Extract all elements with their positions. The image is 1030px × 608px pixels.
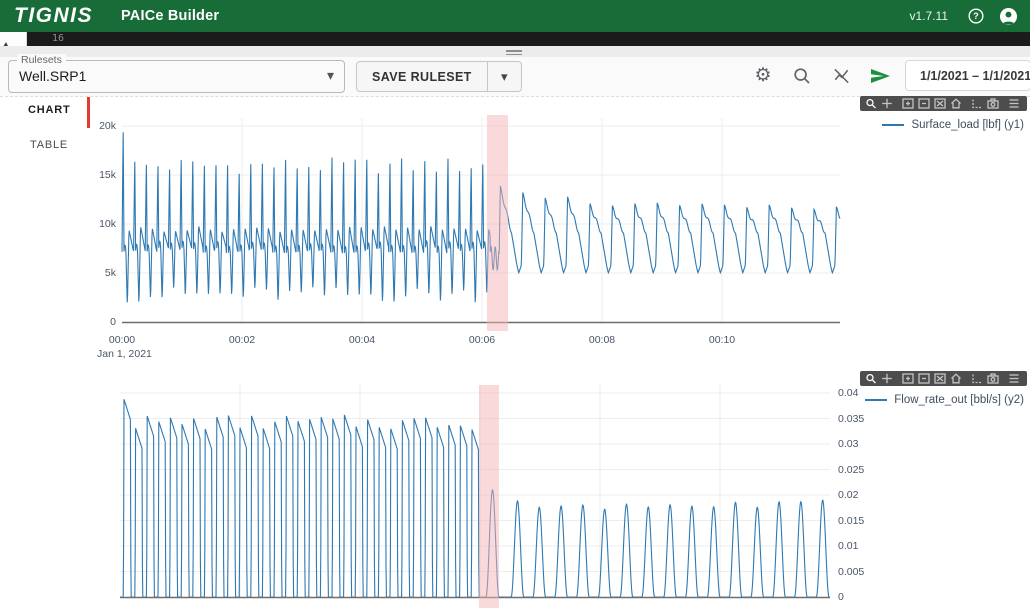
y-tick-label: 0.025: [838, 464, 864, 476]
spikelines-icon[interactable]: [971, 373, 983, 385]
y-tick-label: 0.03: [838, 438, 858, 450]
x-axis-date-label: Jan 1, 2021: [97, 348, 152, 360]
series-line-Flow_rate_out: [120, 399, 830, 597]
x-tick-label: 00:04: [340, 334, 384, 346]
x-tick-label: 00:08: [580, 334, 624, 346]
y-tick-label: 0.02: [838, 489, 858, 501]
zoom-in-icon[interactable]: [902, 98, 914, 110]
y-tick-label: 0.04: [838, 387, 858, 399]
y-tick-label: 15k: [86, 169, 116, 181]
legend-line-swatch: [882, 124, 904, 126]
y-tick-label: 0.035: [838, 413, 864, 425]
legend-label: Surface_load [lbf] (y1): [911, 119, 1024, 131]
x-tick-label: 00:10: [700, 334, 744, 346]
legend-label: Flow_rate_out [bbl/s] (y2): [894, 394, 1024, 406]
pan-icon[interactable]: [881, 98, 893, 110]
zoom-icon[interactable]: [865, 373, 877, 385]
highlight-band: [479, 385, 499, 608]
x-tick-label: 00:02: [220, 334, 264, 346]
home-icon[interactable]: [950, 98, 962, 110]
charts-canvas[interactable]: [0, 0, 1030, 608]
zoom-out-icon[interactable]: [918, 98, 930, 110]
chart1-legend[interactable]: Surface_load [lbf] (y1): [882, 118, 1024, 132]
highlight-band: [487, 115, 508, 331]
paice-builder-window: TIGNIS PAICe Builder v1.7.11 ? 16 Rulese…: [0, 0, 1030, 608]
y-tick-label: 0.005: [838, 566, 864, 578]
legend-line-swatch: [865, 399, 887, 401]
autoscale-icon[interactable]: [934, 373, 946, 385]
y-tick-label: 0.015: [838, 515, 864, 527]
y-tick-label: 10k: [86, 218, 116, 230]
y-tick-label: 0.01: [838, 540, 858, 552]
y-tick-label: 20k: [86, 120, 116, 132]
y-tick-label: 0: [86, 316, 116, 328]
y-tick-label: 5k: [86, 267, 116, 279]
home-icon[interactable]: [950, 373, 962, 385]
autoscale-icon[interactable]: [934, 98, 946, 110]
x-tick-label: 00:06: [460, 334, 504, 346]
zoom-in-icon[interactable]: [902, 373, 914, 385]
spikelines-icon[interactable]: [971, 98, 983, 110]
chart2-modebar: [860, 371, 1027, 386]
zoom-icon[interactable]: [865, 98, 877, 110]
menu-icon[interactable]: [1008, 98, 1020, 110]
camera-icon[interactable]: [987, 373, 999, 385]
y-tick-label: 0: [838, 591, 844, 603]
camera-icon[interactable]: [987, 98, 999, 110]
series-line-Surface_load: [122, 132, 840, 302]
pan-icon[interactable]: [881, 373, 893, 385]
menu-icon[interactable]: [1008, 373, 1020, 385]
x-tick-label: 00:00: [100, 334, 144, 346]
chart1-modebar: [860, 96, 1027, 111]
zoom-out-icon[interactable]: [918, 373, 930, 385]
chart2-legend[interactable]: Flow_rate_out [bbl/s] (y2): [865, 393, 1024, 407]
